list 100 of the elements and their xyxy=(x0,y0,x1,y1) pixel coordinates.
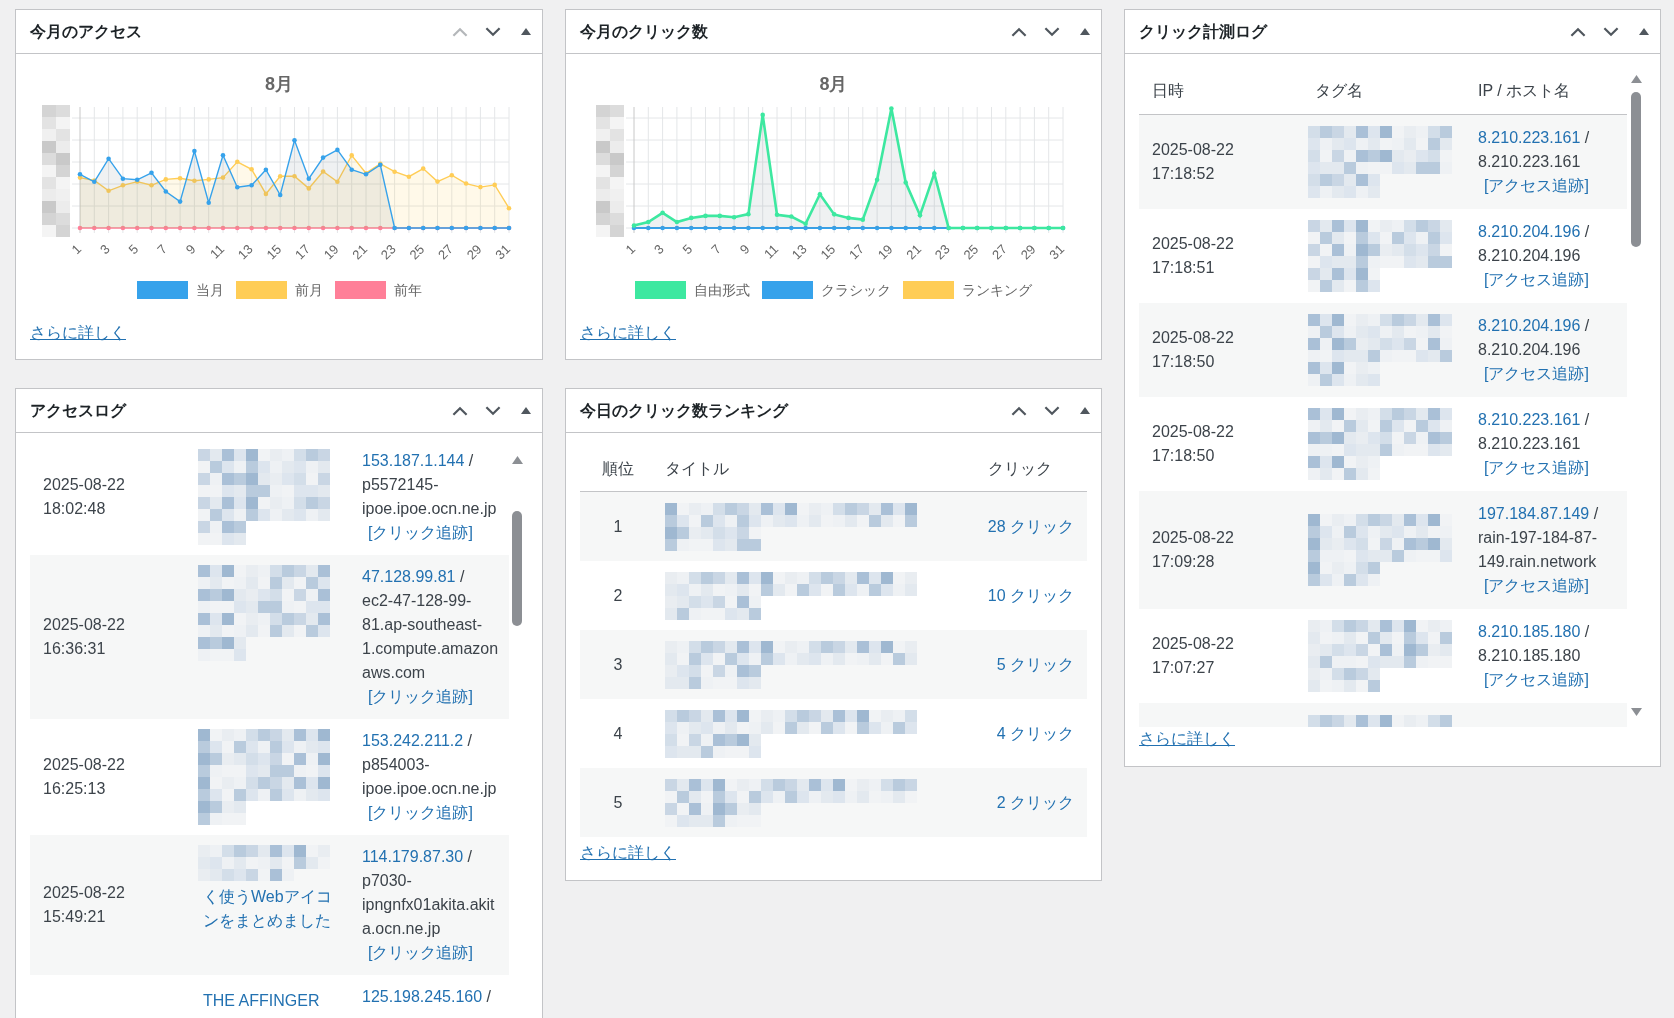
hostname-text: ec2-47-128-99-81.ap-southeast-1.compute.amazonaws.com xyxy=(362,591,500,683)
chevron-down-icon xyxy=(1602,26,1619,37)
x-axis-label: 19 xyxy=(320,241,341,263)
scroll-down-icon[interactable] xyxy=(1630,708,1642,716)
ip-address-link[interactable]: 114.179.87.30 xyxy=(362,848,464,865)
log-datetime: 2025-08-22 18:02:48 xyxy=(43,475,125,519)
hostname-text: 8.210.185.180 xyxy=(1478,646,1581,666)
legend-label: 当月 xyxy=(195,281,224,299)
scroll-up-icon[interactable] xyxy=(1630,75,1642,83)
x-axis-label: 31 xyxy=(491,241,513,263)
scroll-up-icon[interactable] xyxy=(511,456,523,464)
caret-up-icon xyxy=(520,28,531,35)
slash-separator: / xyxy=(486,988,492,1005)
x-axis-label: 7 xyxy=(153,241,170,258)
track-link[interactable]: [アクセス追跡] xyxy=(1484,268,1589,292)
panel-title: 今月のアクセス xyxy=(30,21,143,42)
slash-separator: / xyxy=(1593,505,1599,522)
caret-up-icon xyxy=(1079,407,1090,414)
legend-label: 前月 xyxy=(294,281,323,299)
x-axis-label: 1 xyxy=(67,241,84,258)
rank-number: 3 xyxy=(613,655,623,673)
track-link[interactable]: [クリック追跡] xyxy=(368,521,473,545)
track-link[interactable]: [クリック追跡] xyxy=(368,685,473,709)
ip-address-link[interactable]: 153.187.1.144 xyxy=(362,452,465,469)
slash-separator: / xyxy=(467,732,473,749)
rank-number: 5 xyxy=(613,793,623,811)
log-datetime: 2025-08-22 16:36:31 xyxy=(43,615,125,659)
track-link[interactable]: [アクセス追跡] xyxy=(1484,574,1589,598)
click-count-link[interactable]: 28 クリック xyxy=(987,517,1074,535)
chevron-up-icon xyxy=(1010,405,1027,416)
hostname-text: p7030-ipngnfx01akita.akita.ocn.ne.jp xyxy=(362,871,496,939)
ip-address-link[interactable]: 8.210.223.161 xyxy=(1478,411,1581,428)
hostname-text: p854003-ipoe.ipoe.ocn.ne.jp xyxy=(362,755,498,799)
log-datetime: 2025-08-22 17:07:27 xyxy=(1152,634,1234,678)
ip-address-link[interactable]: 153.242.211.2 xyxy=(362,732,464,749)
slash-separator: / xyxy=(1584,129,1590,146)
ip-address-link[interactable]: 125.198.245.160 xyxy=(362,988,483,1005)
click-count-link[interactable]: 10 クリック xyxy=(987,586,1074,604)
rank-number: 1 xyxy=(613,517,623,535)
x-axis-label: 29 xyxy=(1017,241,1039,263)
hostname-text: 8.210.204.196 xyxy=(1478,246,1581,266)
x-axis-label: 3 xyxy=(96,241,113,258)
x-axis-label: 21 xyxy=(348,241,370,263)
ip-address-link[interactable]: 197.184.87.149 xyxy=(1478,505,1590,522)
x-axis-label: 23 xyxy=(931,241,953,263)
caret-up-icon xyxy=(1079,28,1090,35)
x-axis-label: 9 xyxy=(736,241,753,258)
x-axis-label: 25 xyxy=(960,241,982,263)
track-link[interactable]: [アクセス追跡] xyxy=(1484,362,1589,386)
ip-address-link[interactable]: 47.128.99.81 xyxy=(362,568,456,585)
ip-address-link[interactable]: 8.210.204.196 xyxy=(1478,317,1581,334)
panel-title: アクセスログ xyxy=(30,400,128,421)
panel-title: 今月のクリック数 xyxy=(580,21,709,42)
slash-separator: / xyxy=(1584,223,1590,240)
track-link[interactable]: [クリック追跡] xyxy=(368,801,473,825)
x-axis-label: 29 xyxy=(463,241,484,263)
panel-title: 今日のクリック数ランキング xyxy=(580,400,790,421)
post-title-link[interactable]: THE AFFINGER xyxy=(203,989,343,1013)
click-count-link[interactable]: 5 クリック xyxy=(996,655,1074,673)
column-header: IP / ホスト名 xyxy=(1478,82,1571,99)
chevron-down-icon xyxy=(1043,405,1060,416)
x-axis-label: 19 xyxy=(874,241,896,263)
click-count-link[interactable]: 4 クリック xyxy=(996,724,1074,742)
legend-label: クラシック xyxy=(821,281,891,299)
ip-address-link[interactable]: 8.210.223.161 xyxy=(1478,129,1581,146)
legend-label: 前年 xyxy=(393,281,422,299)
x-axis-label: 27 xyxy=(989,241,1010,263)
caret-up-icon xyxy=(520,407,531,414)
x-axis-label: 15 xyxy=(817,241,839,263)
chevron-up-icon xyxy=(451,26,468,37)
scrollbar-thumb[interactable] xyxy=(1631,92,1641,247)
more-details-link[interactable]: さらに詳しく xyxy=(30,324,126,341)
chevron-up-icon xyxy=(1569,26,1586,37)
post-title-link[interactable]: く使うWebアイコンをまとめました xyxy=(203,885,343,933)
legend-label: ランキング xyxy=(962,281,1032,299)
chevron-down-icon xyxy=(484,26,501,37)
x-axis-label: 5 xyxy=(125,241,141,258)
x-axis-label: 13 xyxy=(788,241,810,263)
column-header: クリック xyxy=(988,460,1052,477)
slash-separator: / xyxy=(468,452,474,469)
log-datetime: 2025-08-22 17:18:52 xyxy=(1152,140,1234,184)
more-details-link[interactable]: さらに詳しく xyxy=(580,844,676,861)
chevron-down-icon xyxy=(484,405,501,416)
hostname-text: 8.210.223.161 xyxy=(1478,152,1581,172)
scrollbar-thumb[interactable] xyxy=(512,511,522,626)
more-details-link[interactable]: さらに詳しく xyxy=(580,324,676,341)
rank-number: 2 xyxy=(613,586,623,604)
x-axis-label: 17 xyxy=(846,241,867,263)
panel-title: クリック計測ログ xyxy=(1139,21,1269,42)
track-link[interactable]: [アクセス追跡] xyxy=(1484,456,1589,480)
rank-number: 4 xyxy=(613,724,623,742)
click-count-link[interactable]: 2 クリック xyxy=(996,793,1074,811)
more-details-link[interactable]: さらに詳しく xyxy=(1139,730,1235,747)
ip-address-link[interactable]: 8.210.185.180 xyxy=(1478,623,1581,640)
x-axis-label: 27 xyxy=(434,241,456,263)
track-link[interactable]: [アクセス追跡] xyxy=(1484,668,1589,692)
ip-address-link[interactable]: 8.210.204.196 xyxy=(1478,223,1581,240)
chevron-down-icon xyxy=(1043,26,1060,37)
track-link[interactable]: [アクセス追跡] xyxy=(1484,174,1589,198)
track-link[interactable]: [クリック追跡] xyxy=(368,941,473,965)
